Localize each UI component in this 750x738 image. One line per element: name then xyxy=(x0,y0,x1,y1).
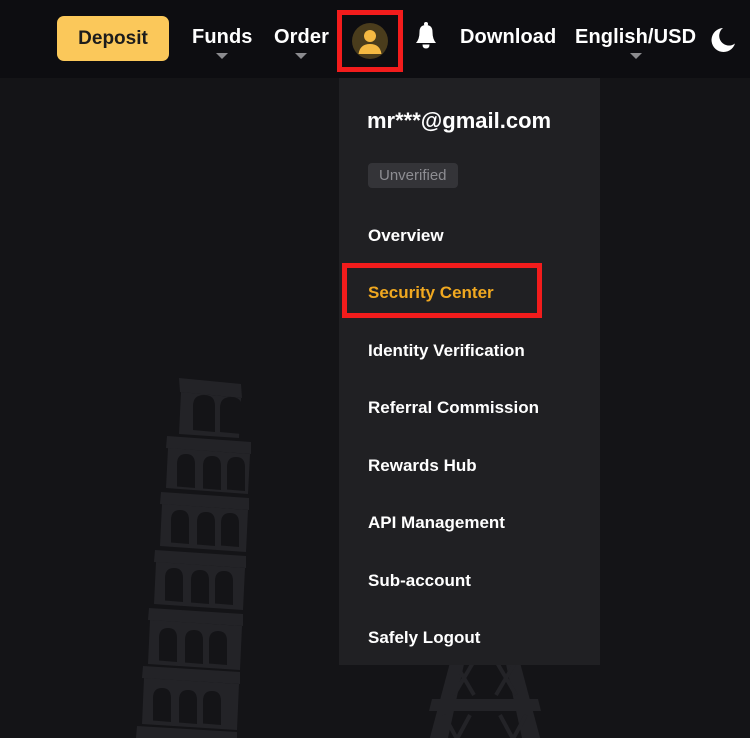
verification-status-badge: Unverified xyxy=(368,163,458,188)
nav-item-download[interactable]: Download xyxy=(460,26,556,49)
nav-item-funds[interactable]: Funds xyxy=(192,26,253,59)
menu-item-overview[interactable]: Overview xyxy=(368,226,444,246)
eiffel-tower-silhouette xyxy=(429,655,541,738)
menu-item-api-management[interactable]: API Management xyxy=(368,513,505,533)
dark-mode-toggle[interactable] xyxy=(711,24,741,54)
top-navigation-bar: Deposit Funds Order Download English/USD xyxy=(0,0,750,78)
nav-item-download-label: Download xyxy=(460,26,557,48)
nav-item-funds-label: Funds xyxy=(192,26,253,48)
chevron-down-icon xyxy=(216,53,229,59)
user-avatar-icon xyxy=(352,23,388,59)
nav-item-order-label: Order xyxy=(274,26,329,48)
leaning-tower-of-pisa-silhouette xyxy=(136,378,251,738)
nav-item-language-currency[interactable]: English/USD xyxy=(575,26,697,59)
menu-item-rewards-hub[interactable]: Rewards Hub xyxy=(368,456,477,476)
notification-bell-icon xyxy=(416,22,436,49)
account-email: mr***@gmail.com xyxy=(367,108,552,133)
dark-mode-moon-icon xyxy=(711,28,735,52)
chevron-down-icon xyxy=(629,53,642,59)
menu-item-identity-verification[interactable]: Identity Verification xyxy=(368,341,525,361)
chevron-down-icon xyxy=(295,53,308,59)
nav-item-order[interactable]: Order xyxy=(274,26,329,59)
nav-item-language-label: English/USD xyxy=(575,26,697,48)
menu-item-safely-logout[interactable]: Safely Logout xyxy=(368,628,480,648)
notification-bell-button[interactable] xyxy=(411,22,441,56)
account-avatar-button[interactable] xyxy=(337,10,403,72)
account-dropdown-menu: mr***@gmail.com Unverified Overview Secu… xyxy=(339,78,600,665)
menu-item-sub-account[interactable]: Sub-account xyxy=(368,571,471,591)
menu-item-security-center[interactable]: Security Center xyxy=(368,283,494,303)
app-screen: Deposit Funds Order Download English/USD… xyxy=(0,0,750,738)
menu-item-referral-commission[interactable]: Referral Commission xyxy=(368,398,539,418)
deposit-button[interactable]: Deposit xyxy=(57,16,169,61)
